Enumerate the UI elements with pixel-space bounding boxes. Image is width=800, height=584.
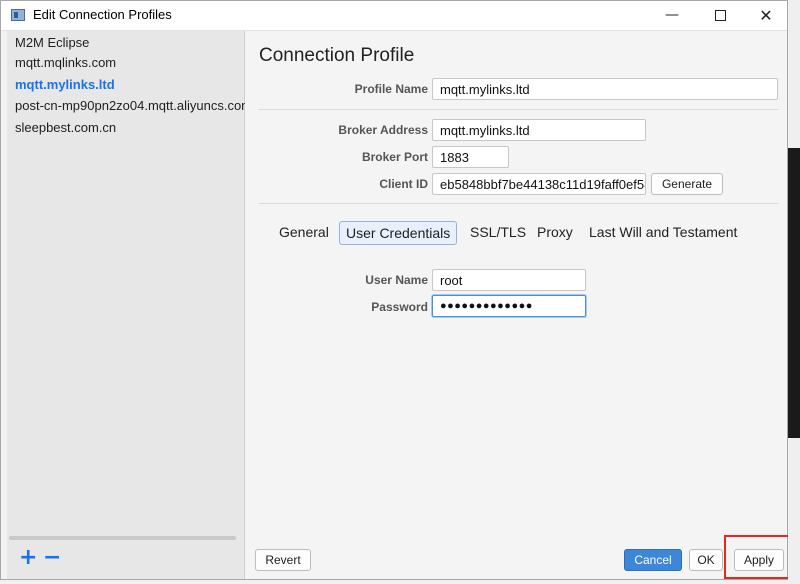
profile-item-sleepbest[interactable]: sleepbest.com.cn <box>15 120 116 135</box>
maximize-button[interactable] <box>697 1 743 30</box>
remove-profile-button[interactable]: − <box>43 547 61 569</box>
ok-button[interactable]: OK <box>689 549 723 571</box>
profile-detail-panel: Connection Profile Profile Name mqtt.myl… <box>245 31 787 579</box>
apply-highlight-annotation <box>724 535 796 579</box>
title-bar[interactable]: Edit Connection Profiles — ✕ <box>1 1 787 31</box>
broker-address-label: Broker Address <box>338 123 428 137</box>
broker-port-label: Broker Port <box>361 150 428 164</box>
tab-ssl-tls[interactable]: SSL/TLS <box>464 221 532 245</box>
minimize-button[interactable]: — <box>649 1 695 30</box>
add-profile-button[interactable]: + <box>19 547 37 569</box>
client-id-input[interactable]: eb5848bbf7be44138c11d19faff0ef58 <box>432 173 646 195</box>
broker-port-input[interactable]: 1883 <box>432 146 509 168</box>
cancel-button[interactable]: Cancel <box>624 549 682 571</box>
app-window-icon <box>11 9 25 21</box>
user-name-input[interactable]: root <box>432 269 586 291</box>
tab-last-will-and-testament[interactable]: Last Will and Testament <box>583 221 743 245</box>
close-button[interactable]: ✕ <box>743 1 789 30</box>
profile-name-input[interactable]: mqtt.mylinks.ltd <box>432 78 778 100</box>
profile-item-mqtt-mqlinks[interactable]: mqtt.mqlinks.com <box>15 55 116 70</box>
maximize-icon <box>714 9 726 21</box>
password-label: Password <box>371 300 428 314</box>
profile-item-m2m-eclipse[interactable]: M2M Eclipse <box>15 35 89 50</box>
profile-list-sidebar: M2M Eclipse mqtt.mqlinks.com mqtt.mylink… <box>7 31 252 579</box>
sidebar-horizontal-scrollbar[interactable] <box>9 536 236 540</box>
client-id-label: Client ID <box>379 177 428 191</box>
window-title: Edit Connection Profiles <box>33 7 172 22</box>
generate-client-id-button[interactable]: Generate <box>651 173 723 195</box>
user-name-label: User Name <box>365 273 428 287</box>
edit-connection-profiles-window: Edit Connection Profiles — ✕ M2M Eclipse… <box>0 0 788 580</box>
tab-proxy[interactable]: Proxy <box>531 221 579 245</box>
profile-item-aliyuncs[interactable]: post-cn-mp90pn2zo04.mqtt.aliyuncs.com <box>15 98 252 113</box>
broker-address-input[interactable]: mqtt.mylinks.ltd <box>432 119 646 141</box>
password-input[interactable]: ●●●●●●●●●●●●● <box>432 295 586 317</box>
profile-name-label: Profile Name <box>354 82 428 96</box>
panel-title: Connection Profile <box>259 45 415 66</box>
tab-user-credentials[interactable]: User Credentials <box>339 221 458 245</box>
background-dark-panel <box>788 148 800 438</box>
divider <box>259 109 779 110</box>
revert-button[interactable]: Revert <box>255 549 311 571</box>
background-window-edge <box>788 0 800 584</box>
profile-item-mqtt-mylinks-selected[interactable]: mqtt.mylinks.ltd <box>15 77 115 92</box>
tab-general[interactable]: General <box>273 221 335 245</box>
divider <box>259 203 779 204</box>
